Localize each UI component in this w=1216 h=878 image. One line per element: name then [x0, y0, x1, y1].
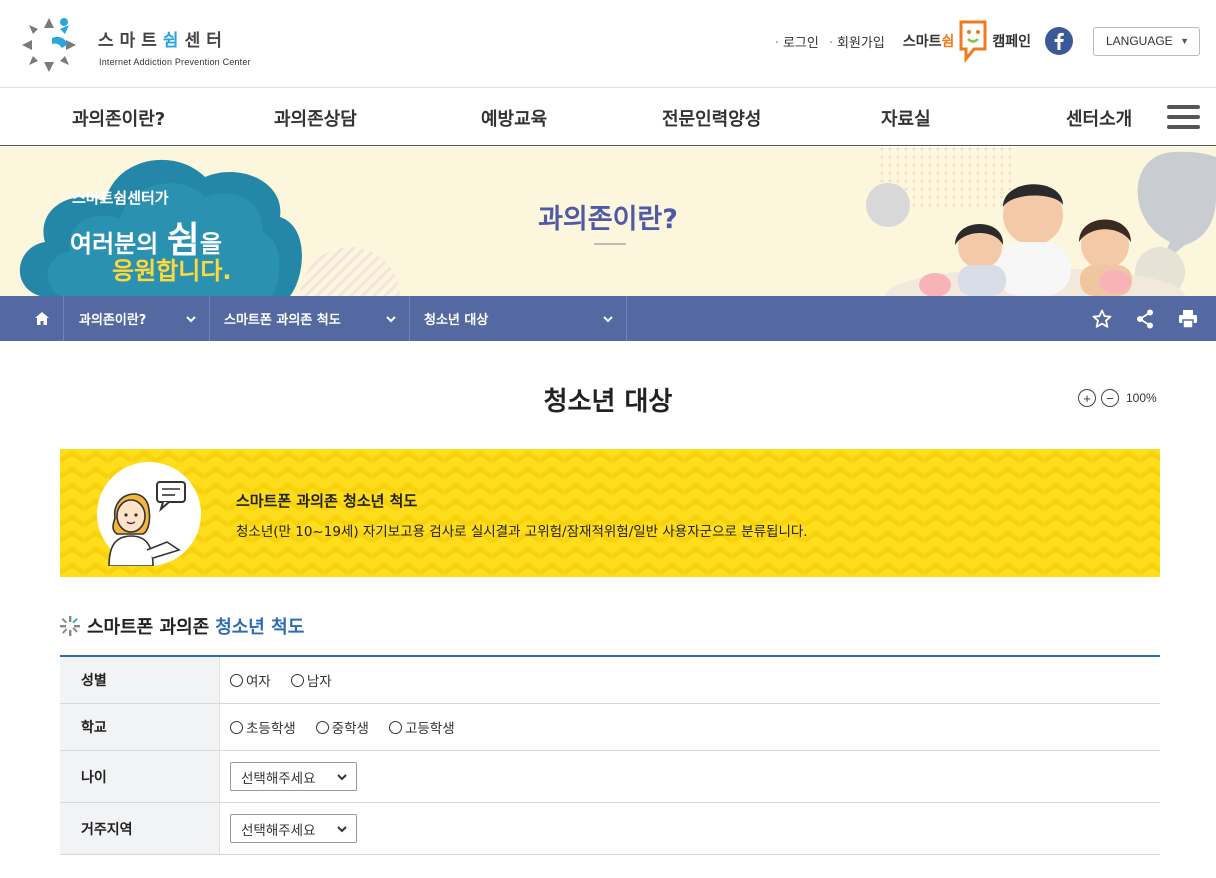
counselor-avatar-icon	[97, 462, 201, 566]
radio-label: 고등학생	[404, 721, 455, 737]
age-field: 선택해주세요	[220, 751, 1160, 802]
nav-item-overdependence[interactable]: 과의존이란?	[72, 105, 165, 131]
region-select[interactable]: 선택해주세요	[230, 814, 357, 843]
nav-item-prevention-education[interactable]: 예방교육	[481, 105, 547, 131]
star-icon[interactable]	[1092, 309, 1112, 329]
nav-item-resources[interactable]: 자료실	[881, 105, 931, 131]
school-label: 학교	[60, 704, 220, 750]
radio-label: 초등학생	[246, 721, 296, 737]
home-icon	[34, 312, 49, 325]
school-radio-high[interactable]: 고등학생	[388, 717, 455, 737]
info-title: 스마트폰 과의존 청소년 척도	[236, 492, 418, 510]
top-header: 스마트쉼센터 Internet Addiction Prevention Cen…	[0, 0, 1216, 88]
smart-rest-campaign-link[interactable]: 스마트 쉼 캠페인	[903, 19, 1031, 63]
page-title: 청소년 대상	[543, 387, 673, 417]
nav-item-expert-training[interactable]: 전문인력양성	[662, 105, 761, 131]
breadcrumb-level-1[interactable]: 과의존이란?	[65, 296, 210, 341]
zoom-in-button[interactable]: +	[1078, 389, 1096, 407]
section-title-text: 스마트폰 과의존	[87, 617, 210, 638]
school-options: 초등학생 중학생 고등학생	[220, 704, 1160, 750]
info-description: 청소년(만 10~19세) 자기보고용 검사로 실시결과 고위험/잠재적위험/일…	[236, 524, 808, 540]
age-select-value: 선택해주세요	[241, 770, 316, 787]
radio-circle[interactable]	[290, 673, 304, 687]
scale-info-box: 스마트폰 과의존 청소년 척도 청소년(만 10~19세) 자기보고용 검사로 …	[60, 449, 1160, 577]
banner-divider	[594, 243, 626, 245]
school-radio-middle[interactable]: 중학생	[315, 717, 369, 737]
form-row-region: 거주지역 선택해주세요	[60, 803, 1160, 855]
home-button[interactable]	[20, 296, 64, 341]
nav-item-about-center[interactable]: 센터소개	[1066, 105, 1132, 131]
radio-label: 중학생	[331, 721, 369, 737]
site-logo[interactable]: 스마트쉼센터 Internet Addiction Prevention Cen…	[18, 14, 258, 78]
zoom-out-button[interactable]: −	[1101, 389, 1119, 407]
breadcrumb-level-3-label: 청소년 대상	[424, 313, 489, 328]
respondent-info-form: 성별 여자 남자 학교 초등학생 중학생 고등학생 나이 선택해주세요 거주지역…	[60, 655, 1160, 855]
form-row-age: 나이 선택해주세요	[60, 751, 1160, 803]
banner-title: 과의존이란?	[538, 204, 678, 235]
form-row-gender: 성별 여자 남자	[60, 657, 1160, 704]
chevron-down-icon	[603, 315, 613, 322]
logo-text: 스마트쉼센터	[98, 31, 228, 51]
info-box-pattern	[60, 449, 1160, 577]
age-label: 나이	[60, 751, 220, 802]
radio-circle[interactable]	[315, 720, 329, 734]
region-select-value: 선택해주세요	[241, 822, 316, 839]
sub-visual-banner: 스마트쉼센터가 여러분의 쉼을 응원합니다. 과의존이란?	[0, 147, 1216, 296]
radio-circle[interactable]	[230, 673, 243, 687]
gender-label: 성별	[60, 657, 220, 703]
gender-radio-male[interactable]: 남자	[290, 670, 332, 690]
form-row-school: 학교 초등학생 중학생 고등학생	[60, 704, 1160, 751]
nav-item-counseling[interactable]: 과의존상담	[274, 105, 357, 131]
region-label: 거주지역	[60, 803, 220, 854]
radio-circle[interactable]	[388, 720, 402, 734]
chevron-down-icon	[186, 315, 196, 322]
logo-subtitle: Internet Addiction Prevention Center	[99, 57, 251, 67]
caret-down-icon: ▼	[1180, 36, 1189, 46]
facebook-icon[interactable]	[1045, 27, 1073, 55]
school-radio-elementary[interactable]: 초등학생	[230, 717, 296, 737]
campaign-text-hl: 쉼	[941, 34, 955, 50]
chevron-down-icon	[337, 773, 347, 780]
radio-label: 여자	[246, 674, 271, 690]
gender-radio-female[interactable]: 여자	[230, 670, 271, 690]
campaign-face-icon	[959, 20, 987, 63]
hamburger-menu-icon[interactable]	[1167, 105, 1200, 130]
login-link[interactable]: 로그인	[775, 32, 819, 51]
region-field: 선택해주세요	[220, 803, 1160, 854]
page-tools	[1068, 296, 1198, 341]
section-title: 스마트폰 과의존 청소년 척도	[60, 613, 304, 639]
zoom-level: 100%	[1126, 391, 1157, 405]
breadcrumb-level-3[interactable]: 청소년 대상	[410, 296, 627, 341]
share-icon[interactable]	[1136, 309, 1154, 329]
zoom-control: + − 100%	[1078, 389, 1157, 407]
signup-link[interactable]: 회원가입	[829, 32, 885, 51]
chevron-down-icon	[386, 315, 396, 322]
language-select[interactable]: LANGUAGE ▼	[1093, 26, 1200, 56]
print-icon[interactable]	[1178, 309, 1198, 328]
chevron-down-icon	[337, 825, 347, 832]
logo-mark-icon	[60, 616, 80, 636]
radio-circle[interactable]	[230, 720, 243, 734]
location-bar: 과의존이란? 스마트폰 과의존 척도 청소년 대상	[0, 296, 1216, 341]
main-navigation: 과의존이란? 과의존상담 예방교육 전문인력양성 자료실 센터소개	[0, 88, 1216, 146]
logo-mark-icon	[22, 18, 76, 72]
gender-options: 여자 남자	[220, 657, 1160, 703]
radio-label: 남자	[306, 674, 332, 690]
breadcrumb-level-2[interactable]: 스마트폰 과의존 척도	[210, 296, 410, 341]
age-select[interactable]: 선택해주세요	[230, 762, 357, 791]
slogan-line-3: 응원합니다.	[112, 257, 232, 285]
utility-menu: 로그인 회원가입 스마트쉼 캠페인 LANGUAGE ▼	[775, 20, 1200, 63]
language-label: LANGUAGE	[1106, 34, 1173, 48]
section-title-highlight: 청소년 척도	[215, 617, 305, 638]
campaign-text-pre: 스마트	[902, 34, 942, 50]
campaign-text-post: 캠페인	[992, 34, 1031, 50]
breadcrumb-level-1-label: 과의존이란?	[79, 313, 147, 328]
breadcrumb-level-2-label: 스마트폰 과의존 척도	[224, 313, 341, 328]
